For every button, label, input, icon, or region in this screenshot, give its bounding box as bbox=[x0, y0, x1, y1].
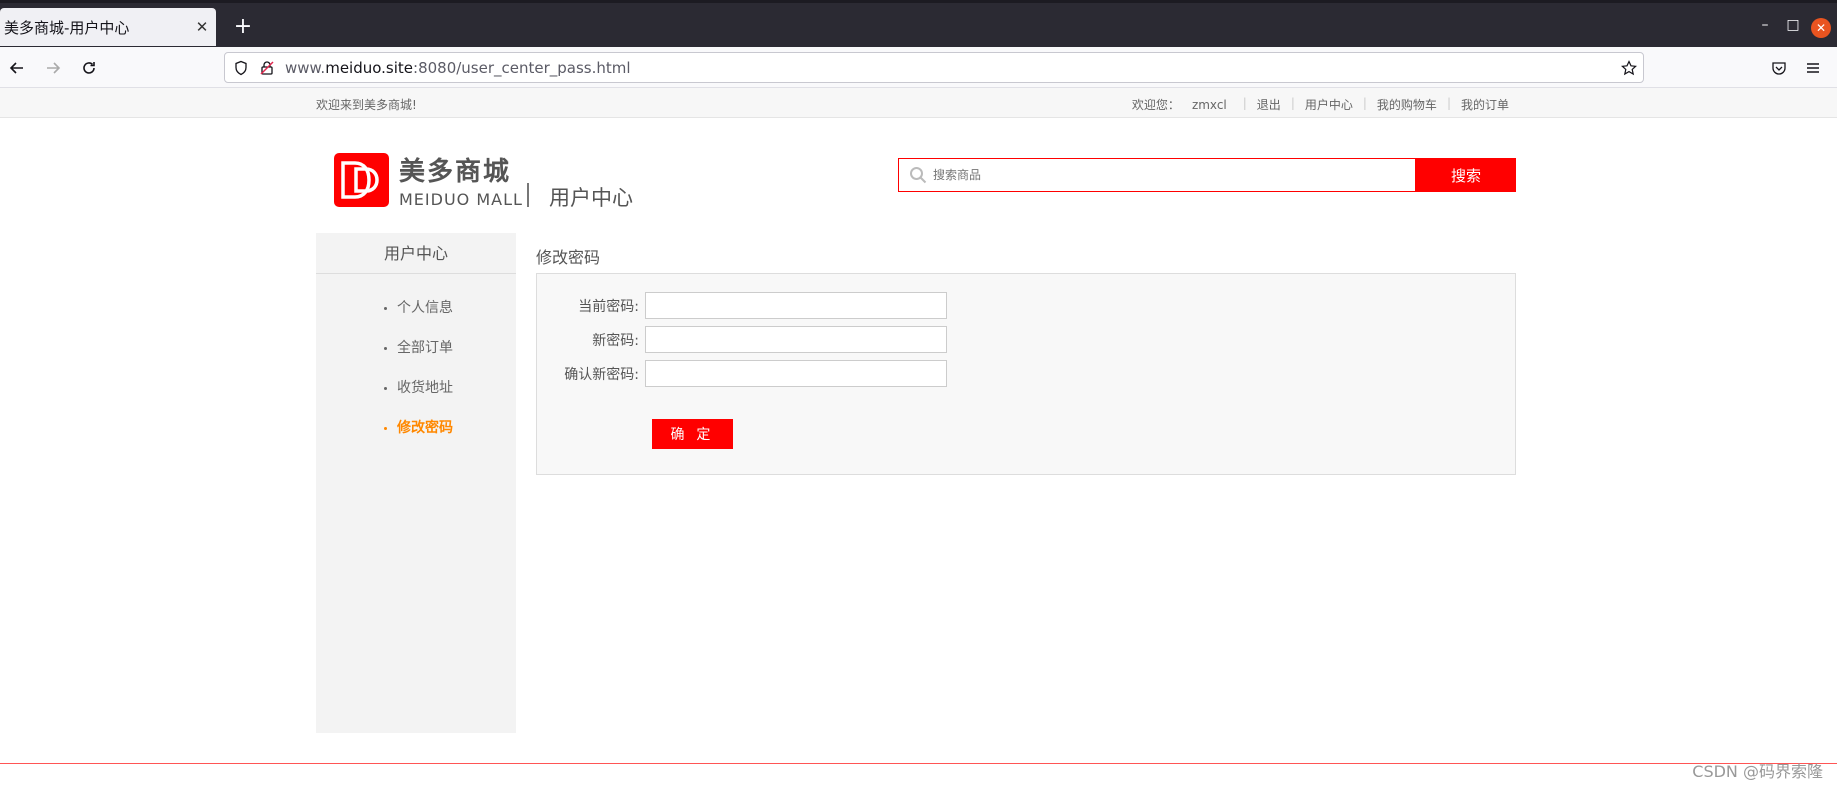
site-top-strip: 欢迎来到美多商城! 欢迎您： zmxcl | 退出 | 用户中心 | 我的购物车 … bbox=[0, 88, 1837, 118]
sidebar: 用户中心 个人信息 全部订单 收货地址 修改密码 bbox=[316, 233, 516, 733]
orders-link[interactable]: 我的订单 bbox=[1455, 96, 1515, 113]
sidebar-item-profile[interactable]: 个人信息 bbox=[316, 288, 516, 328]
password-form: 当前密码: 新密码: 确认新密码: 确 定 bbox=[536, 273, 1516, 475]
current-password-label: 当前密码: bbox=[578, 298, 639, 315]
tab-title: 美多商城-用户中心 bbox=[4, 18, 130, 37]
separator: | bbox=[1290, 96, 1295, 110]
url-prefix: www. bbox=[285, 58, 326, 77]
back-icon[interactable] bbox=[2, 53, 32, 83]
current-password-input[interactable] bbox=[645, 292, 947, 319]
window-close-icon[interactable]: ✕ bbox=[1811, 18, 1831, 38]
confirm-password-input[interactable] bbox=[645, 360, 947, 387]
tab-close-icon[interactable]: ✕ bbox=[188, 18, 216, 36]
sidebar-title: 用户中心 bbox=[316, 233, 516, 274]
shield-icon[interactable] bbox=[233, 60, 249, 76]
sidebar-item-label: 修改密码 bbox=[397, 420, 453, 436]
user-center-link[interactable]: 用户中心 bbox=[1299, 96, 1359, 113]
greeting-label: 欢迎您： bbox=[1131, 98, 1180, 112]
reload-icon[interactable] bbox=[74, 53, 104, 83]
form-row-new: 新密码: bbox=[537, 326, 947, 353]
watermark: CSDN @码界索隆 bbox=[1692, 762, 1823, 781]
logo-mark-icon bbox=[334, 153, 389, 207]
greeting: 欢迎您： zmxcl bbox=[1120, 96, 1239, 113]
separator: | bbox=[1362, 96, 1367, 110]
bullet-icon bbox=[384, 426, 387, 430]
insecure-lock-icon[interactable] bbox=[259, 60, 275, 76]
search-input[interactable] bbox=[933, 160, 1415, 190]
url-path: :8080/user_center_pass.html bbox=[413, 58, 631, 77]
sidebar-item-password[interactable]: 修改密码 bbox=[316, 408, 516, 448]
confirm-password-label: 确认新密码: bbox=[564, 366, 639, 383]
url-host: meiduo.site bbox=[325, 58, 414, 77]
logout-link[interactable]: 退出 bbox=[1251, 96, 1287, 113]
sidebar-item-address[interactable]: 收货地址 bbox=[316, 368, 516, 408]
menu-icon[interactable] bbox=[1798, 53, 1828, 83]
header-divider bbox=[527, 183, 529, 207]
user-links: 欢迎您： zmxcl | 退出 | 用户中心 | 我的购物车 | 我的订单 bbox=[1120, 96, 1515, 113]
sidebar-item-label: 个人信息 bbox=[397, 300, 453, 316]
search-box bbox=[898, 158, 1416, 192]
new-password-label: 新密码: bbox=[592, 332, 639, 349]
logo-en: MEIDUO MALL bbox=[399, 190, 523, 209]
footer-divider bbox=[0, 763, 1837, 764]
logo-cn: 美多商城 bbox=[399, 157, 512, 187]
site-logo[interactable]: 美多商城 MEIDUO MALL bbox=[334, 150, 523, 210]
sidebar-item-label: 收货地址 bbox=[397, 380, 453, 396]
search-button[interactable]: 搜索 bbox=[1416, 158, 1516, 192]
cart-link[interactable]: 我的购物车 bbox=[1371, 96, 1443, 113]
forward-icon[interactable] bbox=[38, 53, 68, 83]
bookmark-star-icon[interactable] bbox=[1621, 59, 1637, 76]
page-subtitle: 用户中心 bbox=[549, 186, 633, 210]
sidebar-list: 个人信息 全部订单 收货地址 修改密码 bbox=[316, 274, 516, 448]
welcome-text: 欢迎来到美多商城! bbox=[316, 98, 417, 112]
section-title: 修改密码 bbox=[536, 248, 601, 267]
url-text[interactable]: www.meiduo.site:8080/user_center_pass.ht… bbox=[285, 59, 631, 77]
bullet-icon bbox=[384, 386, 387, 390]
separator: | bbox=[1446, 96, 1451, 110]
browser-tab[interactable]: 美多商城-用户中心 ✕ bbox=[0, 8, 216, 46]
bullet-icon bbox=[384, 306, 387, 310]
separator: | bbox=[1242, 96, 1247, 110]
pocket-icon[interactable] bbox=[1764, 53, 1794, 83]
confirm-button[interactable]: 确 定 bbox=[652, 419, 733, 449]
bullet-icon bbox=[384, 346, 387, 350]
search-icon bbox=[909, 166, 927, 184]
browser-tab-bar: 美多商城-用户中心 ✕ + – □ ✕ bbox=[0, 0, 1837, 47]
username: zmxcl bbox=[1191, 98, 1227, 112]
browser-nav-bar: www.meiduo.site:8080/user_center_pass.ht… bbox=[0, 47, 1837, 88]
form-row-current: 当前密码: bbox=[537, 292, 947, 319]
maximize-icon[interactable]: □ bbox=[1783, 17, 1803, 33]
new-password-input[interactable] bbox=[645, 326, 947, 353]
new-tab-button[interactable]: + bbox=[228, 12, 258, 42]
address-bar[interactable]: www.meiduo.site:8080/user_center_pass.ht… bbox=[224, 52, 1644, 83]
sidebar-item-label: 全部订单 bbox=[397, 340, 453, 356]
form-row-confirm: 确认新密码: bbox=[537, 360, 947, 387]
minimize-icon[interactable]: – bbox=[1755, 17, 1775, 33]
sidebar-item-orders[interactable]: 全部订单 bbox=[316, 328, 516, 368]
logo-text: 美多商城 MEIDUO MALL bbox=[399, 151, 523, 209]
